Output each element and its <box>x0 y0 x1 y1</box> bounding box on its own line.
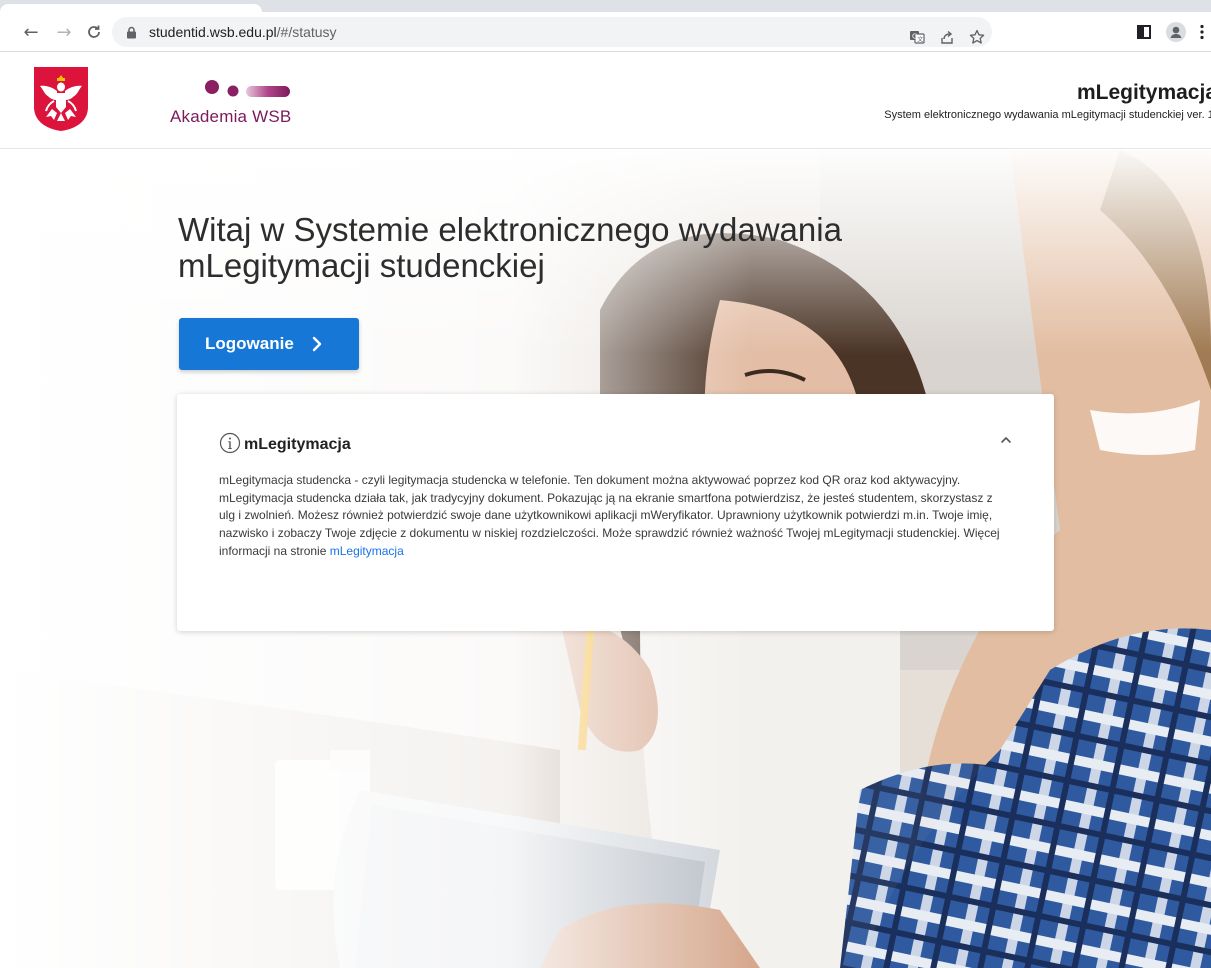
svg-text:文: 文 <box>917 36 923 44</box>
address-bar[interactable]: studentid.wsb.edu.pl/#/statusy G文 <box>112 17 992 47</box>
browser-tab-strip <box>0 0 1211 12</box>
site-header: Akademia WSB mLegitymacja System elektro… <box>0 53 1211 149</box>
info-card-body: mLegitymacja studencka - czyli legitymac… <box>219 472 1009 561</box>
profile-icon[interactable] <box>1160 17 1192 47</box>
hero-section: Witaj w Systemie elektronicznego wydawan… <box>0 150 1211 968</box>
active-tab[interactable] <box>0 4 262 12</box>
reload-icon[interactable] <box>82 20 106 44</box>
login-button-label: Logowanie <box>205 334 294 353</box>
star-icon[interactable] <box>962 22 992 52</box>
hero-title: Witaj w Systemie elektronicznego wydawan… <box>178 211 842 284</box>
polish-eagle-emblem-icon <box>32 65 90 133</box>
chevron-right-icon <box>312 336 322 352</box>
app-subtitle: System elektronicznego wydawania mLegity… <box>884 109 1211 121</box>
translate-icon[interactable]: G文 <box>902 22 932 52</box>
forward-arrow-icon[interactable]: → <box>52 20 76 44</box>
login-button[interactable]: Logowanie <box>179 318 359 370</box>
university-name: Akademia WSB <box>170 107 292 126</box>
back-arrow-icon[interactable]: ← <box>19 20 43 44</box>
url-text: studentid.wsb.edu.pl/#/statusy <box>149 24 337 40</box>
lock-icon[interactable] <box>124 25 138 39</box>
share-icon[interactable] <box>932 22 962 52</box>
collapse-chevron-up-icon[interactable] <box>998 432 1014 448</box>
info-card-title: mLegitymacja <box>244 436 351 453</box>
browser-toolbar: ← → studentid.wsb.edu.pl/#/statusy G文 <box>0 12 1211 52</box>
akademia-wsb-logo[interactable]: Akademia WSB <box>170 79 292 139</box>
mlegitymacja-link[interactable]: mLegitymacja <box>330 544 404 558</box>
info-card: mLegitymacja mLegitymacja studencka - cz… <box>177 394 1054 631</box>
info-circle-icon <box>219 432 241 454</box>
wsb-dots-icon <box>205 80 290 97</box>
side-panel-icon[interactable] <box>1128 17 1160 47</box>
app-title: mLegitymacja <box>1076 81 1211 104</box>
menu-dots-icon[interactable] <box>1192 17 1211 47</box>
